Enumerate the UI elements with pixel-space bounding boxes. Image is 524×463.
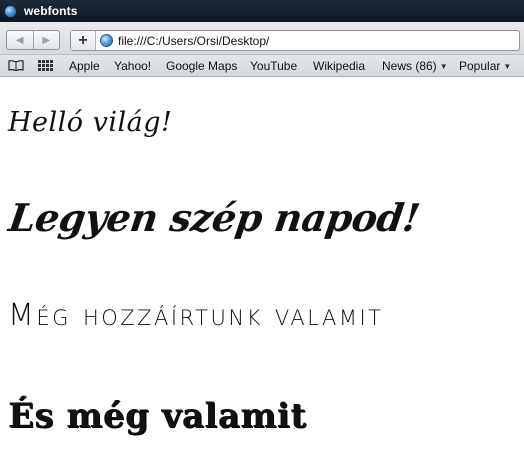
something-more-heading: És még valamit — [8, 396, 307, 436]
hello-heading: Helló világ! — [8, 107, 173, 138]
bookmark-youtube[interactable]: YouTube — [250, 59, 297, 73]
bookmark-popular-label: Popular — [459, 59, 501, 73]
top-sites-grid-icon[interactable] — [38, 60, 53, 72]
title-bar: webfonts — [0, 0, 524, 22]
added-text-heading: Még hozzáírtunk valamit — [8, 298, 384, 333]
add-bookmark-button[interactable]: + — [71, 31, 96, 50]
bookmark-google-maps[interactable]: Google Maps — [166, 59, 237, 73]
page-content: Helló világ! Legyen szép napod! Még hozz… — [0, 77, 524, 463]
toolbar: ◀ ▶ + file:///C:/Users/Orsi/Desktop/ — [0, 22, 524, 55]
bookmark-news-label: News (86) — [382, 59, 437, 73]
browser-window: webfonts ◀ ▶ + file:///C:/Users/Orsi/Des… — [0, 0, 524, 463]
bookmark-apple[interactable]: Apple — [69, 59, 100, 73]
site-globe-icon — [100, 34, 113, 47]
address-bar[interactable]: + file:///C:/Users/Orsi/Desktop/ — [70, 30, 520, 51]
globe-icon — [4, 4, 17, 18]
bookmark-news[interactable]: News (86) ▼ — [382, 59, 448, 75]
back-button[interactable]: ◀ — [7, 31, 33, 49]
bookmarks-bar: Apple Yahoo! Google Maps YouTube Wikiped… — [0, 55, 524, 77]
back-arrow-icon: ◀ — [15, 34, 24, 46]
chevron-down-icon: ▼ — [503, 62, 512, 71]
plus-icon: + — [78, 31, 88, 49]
nav-buttons: ◀ ▶ — [6, 30, 60, 50]
reading-list-icon[interactable] — [8, 60, 24, 71]
chevron-down-icon: ▼ — [439, 62, 448, 71]
url-text[interactable]: file:///C:/Users/Orsi/Desktop/ — [118, 34, 269, 48]
forward-arrow-icon: ▶ — [42, 34, 51, 46]
bookmark-wikipedia[interactable]: Wikipedia — [313, 59, 365, 73]
forward-button[interactable]: ▶ — [32, 31, 60, 49]
bookmark-popular[interactable]: Popular ▼ — [459, 59, 511, 75]
bookmark-yahoo[interactable]: Yahoo! — [114, 59, 151, 73]
nice-day-heading: Legyen szép napod! — [6, 195, 423, 240]
window-title: webfonts — [24, 4, 78, 18]
